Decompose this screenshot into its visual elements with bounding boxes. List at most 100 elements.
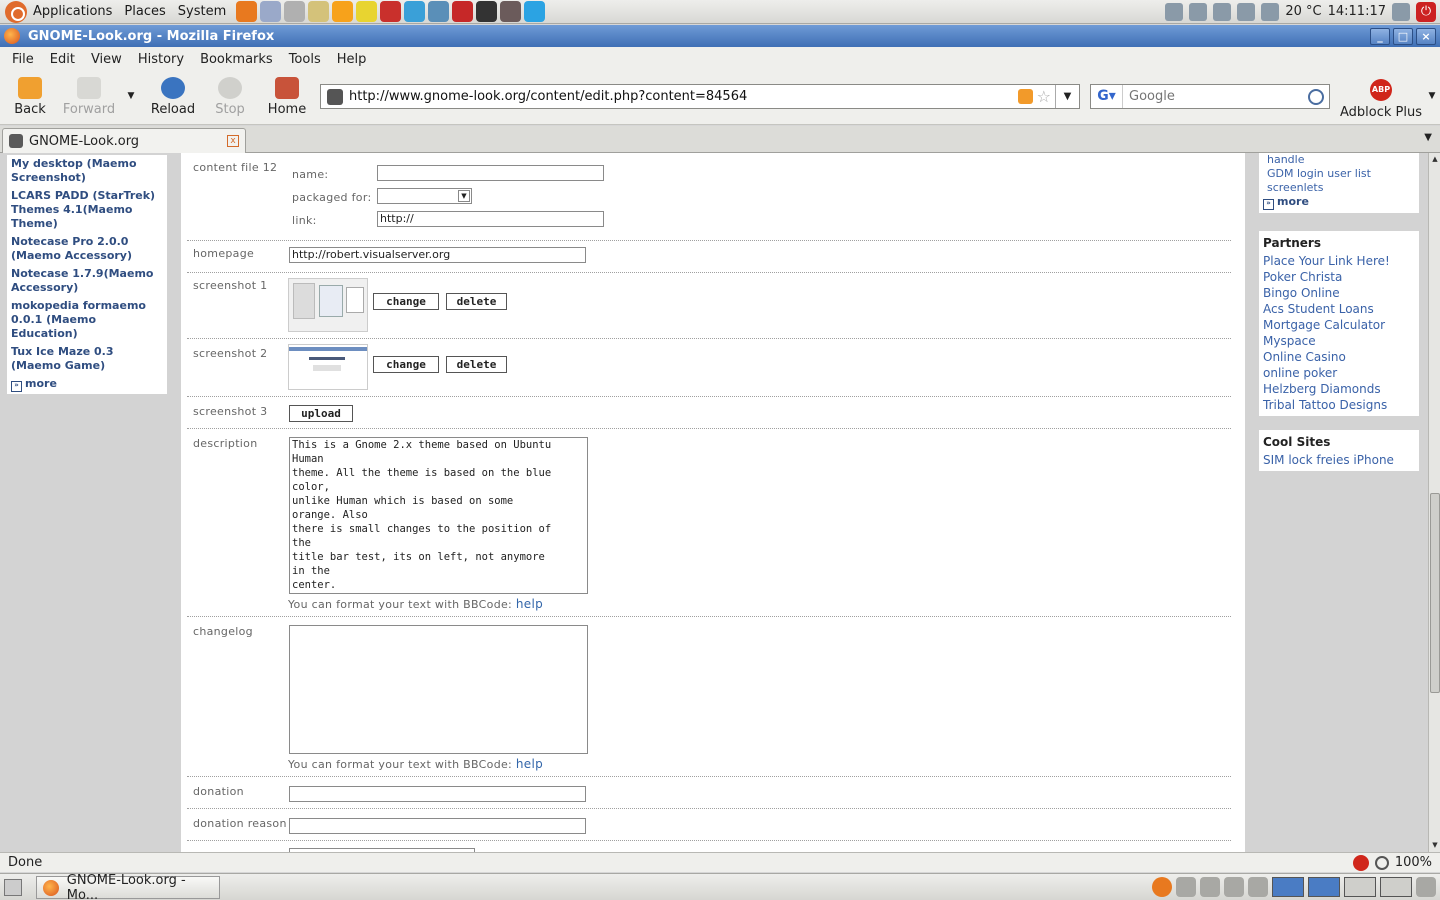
user-switcher-icon[interactable] [1392, 2, 1410, 21]
adblock-dropdown-button[interactable]: ▼ [1426, 91, 1438, 101]
screenshot1-delete-button[interactable]: delete [446, 293, 507, 310]
launcher-icon[interactable] [236, 1, 258, 22]
launcher-icon[interactable] [500, 1, 522, 22]
packaged-for-select[interactable]: ▼ [377, 188, 472, 204]
sidebar-link[interactable]: Notecase 1.7.9(Maemo Accessory) [11, 267, 163, 295]
scrollbar-thumb[interactable] [1430, 493, 1440, 693]
launcher-icon[interactable] [308, 1, 330, 22]
stop-button[interactable]: Stop [212, 77, 248, 117]
launcher-icon[interactable] [332, 1, 354, 22]
display-icon[interactable] [1237, 2, 1256, 21]
workspace-2[interactable] [1308, 877, 1340, 897]
window-list-icon[interactable] [1224, 877, 1244, 897]
places-menu[interactable]: Places [118, 4, 171, 19]
scroll-up-icon[interactable]: ▲ [1430, 154, 1440, 165]
homepage-input[interactable]: http://robert.visualserver.org [289, 247, 586, 263]
right-link-screenlets[interactable]: screenlets [1263, 181, 1415, 195]
screenshot2-change-button[interactable]: change [373, 356, 439, 373]
maximize-button[interactable]: □ [1393, 27, 1413, 45]
right-link-handle[interactable]: handle [1263, 153, 1415, 167]
search-bar[interactable]: G▾ [1090, 84, 1330, 109]
sidebar-link[interactable]: Tux Ice Maze 0.3 (Maemo Game) [11, 345, 163, 373]
partner-link[interactable]: Myspace [1263, 333, 1415, 349]
launcher-icon[interactable] [404, 1, 426, 22]
launcher-icon[interactable] [380, 1, 402, 22]
url-input[interactable] [349, 89, 1018, 104]
sidebar-link[interactable]: My desktop (Maemo Screenshot) [11, 157, 163, 185]
power-icon[interactable]: ⏻ [1416, 1, 1436, 22]
show-desktop-icon[interactable] [4, 879, 22, 896]
description-help-link[interactable]: help [516, 597, 543, 611]
donation-reason-input[interactable] [289, 818, 586, 834]
system-menu[interactable]: System [172, 4, 232, 19]
screenshot1-thumbnail[interactable] [288, 278, 368, 332]
sidebar-link[interactable]: Notecase Pro 2.0.0 (Maemo Accessory) [11, 235, 163, 263]
url-dropdown-button[interactable]: ▼ [1055, 85, 1079, 108]
donation-input[interactable] [289, 786, 586, 802]
workspace-1[interactable] [1272, 877, 1304, 897]
changelog-textarea[interactable] [289, 625, 588, 754]
menu-file[interactable]: File [4, 52, 42, 67]
right-more-link[interactable]: more [1263, 195, 1415, 210]
minimize-button[interactable]: _ [1370, 27, 1390, 45]
menu-tools[interactable]: Tools [281, 52, 329, 67]
partner-link[interactable]: Place Your Link Here! [1263, 253, 1415, 269]
trash-icon[interactable] [1416, 877, 1436, 897]
partner-link[interactable]: Tribal Tattoo Designs [1263, 397, 1415, 413]
settings-gear-icon[interactable] [1176, 877, 1196, 897]
applications-menu[interactable]: Applications [27, 4, 118, 19]
partner-link[interactable]: Helzberg Diamonds [1263, 381, 1415, 397]
screenshot3-upload-button[interactable]: upload [289, 405, 353, 422]
history-dropdown-button[interactable]: ▼ [124, 91, 138, 101]
volume-icon[interactable] [1261, 2, 1280, 21]
launcher-icon[interactable] [284, 1, 306, 22]
launcher-icon[interactable] [428, 1, 450, 22]
cool-site-link[interactable]: SIM lock freies iPhone [1263, 452, 1415, 468]
screenshot1-change-button[interactable]: change [373, 293, 439, 310]
right-link-gdm[interactable]: GDM login user list [1263, 167, 1415, 181]
workspace-3[interactable] [1344, 877, 1376, 897]
page-scrollbar[interactable]: ▲ ▼ [1428, 153, 1440, 852]
network-icon[interactable] [1165, 2, 1184, 21]
search-icon[interactable] [1308, 88, 1324, 105]
launcher-icon[interactable] [260, 1, 282, 22]
tab-list-button[interactable]: ▼ [1424, 132, 1432, 143]
partner-link[interactable]: Poker Christa [1263, 269, 1415, 285]
menu-view[interactable]: View [83, 52, 130, 67]
screenshot2-thumbnail[interactable] [288, 344, 368, 390]
adblock-status-icon[interactable] [1352, 854, 1369, 871]
panel-clock[interactable]: 14:11:17 [1328, 4, 1386, 19]
zoom-icon[interactable] [1374, 855, 1389, 870]
menu-edit[interactable]: Edit [42, 52, 83, 67]
launcher-icon[interactable] [356, 1, 378, 22]
tab-close-icon[interactable]: x [227, 135, 239, 147]
partner-link[interactable]: online poker [1263, 365, 1415, 381]
applet-icon[interactable] [1248, 877, 1268, 897]
close-button[interactable]: × [1416, 27, 1436, 45]
screenshot2-delete-button[interactable]: delete [446, 356, 507, 373]
zoom-level[interactable]: 100% [1395, 855, 1432, 870]
menu-bookmarks[interactable]: Bookmarks [192, 52, 281, 67]
description-textarea[interactable]: This is a Gnome 2.x theme based on Ubunt… [289, 437, 588, 594]
launcher-icon[interactable] [524, 1, 546, 22]
partner-link[interactable]: Online Casino [1263, 349, 1415, 365]
workspace-4[interactable] [1380, 877, 1412, 897]
forward-button[interactable]: Forward [62, 77, 116, 117]
firefox-tray-icon[interactable] [1152, 877, 1172, 897]
search-input[interactable] [1123, 89, 1308, 104]
taskbar-window-button[interactable]: GNOME-Look.org - Mo... [36, 873, 220, 900]
reload-button[interactable]: Reload [150, 77, 196, 117]
changelog-help-link[interactable]: help [516, 757, 543, 771]
url-bar[interactable]: ☆ ▼ [320, 84, 1080, 109]
sidebar-link[interactable]: mokopedia formaemo 0.0.1 (Maemo Educatio… [11, 299, 163, 341]
tab-gnome-look[interactable]: GNOME-Look.org x [2, 128, 246, 153]
update-icon[interactable] [1189, 2, 1208, 21]
partner-link[interactable]: Acs Student Loans [1263, 301, 1415, 317]
gears-icon[interactable] [1200, 877, 1220, 897]
rss-feed-icon[interactable] [1017, 89, 1033, 104]
launcher-icon[interactable] [476, 1, 498, 22]
file-name-input[interactable] [377, 165, 604, 181]
google-engine-icon[interactable]: G▾ [1091, 85, 1123, 108]
partner-link[interactable]: Mortgage Calculator [1263, 317, 1415, 333]
menu-help[interactable]: Help [329, 52, 375, 67]
